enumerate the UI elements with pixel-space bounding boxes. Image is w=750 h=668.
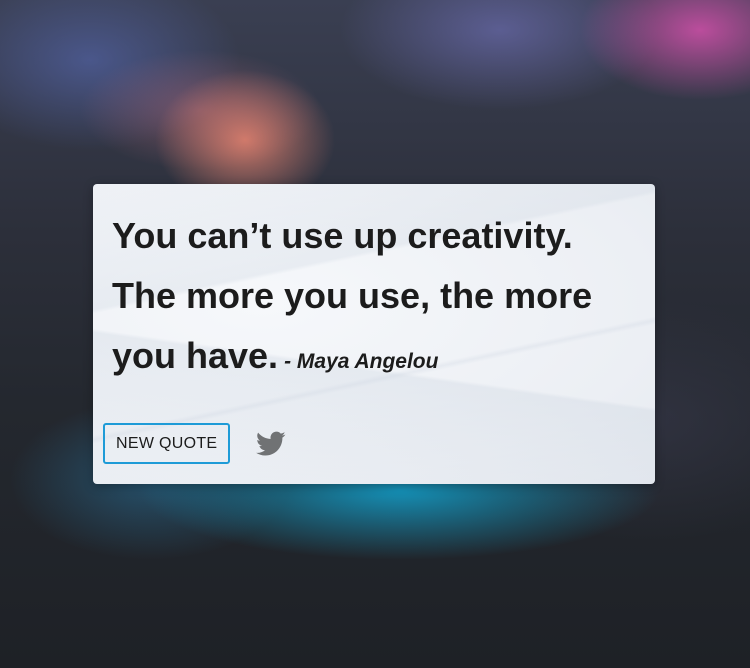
twitter-icon	[256, 431, 286, 455]
quote-card: You can’t use up creativity. The more yo…	[93, 184, 655, 484]
quote-author: - Maya Angelou	[284, 350, 439, 373]
quote-block: You can’t use up creativity. The more yo…	[112, 206, 635, 392]
new-quote-button[interactable]: NEW QUOTE	[103, 423, 231, 464]
quote-actions: NEW QUOTE	[103, 423, 286, 464]
tweet-quote-button[interactable]	[256, 431, 286, 457]
